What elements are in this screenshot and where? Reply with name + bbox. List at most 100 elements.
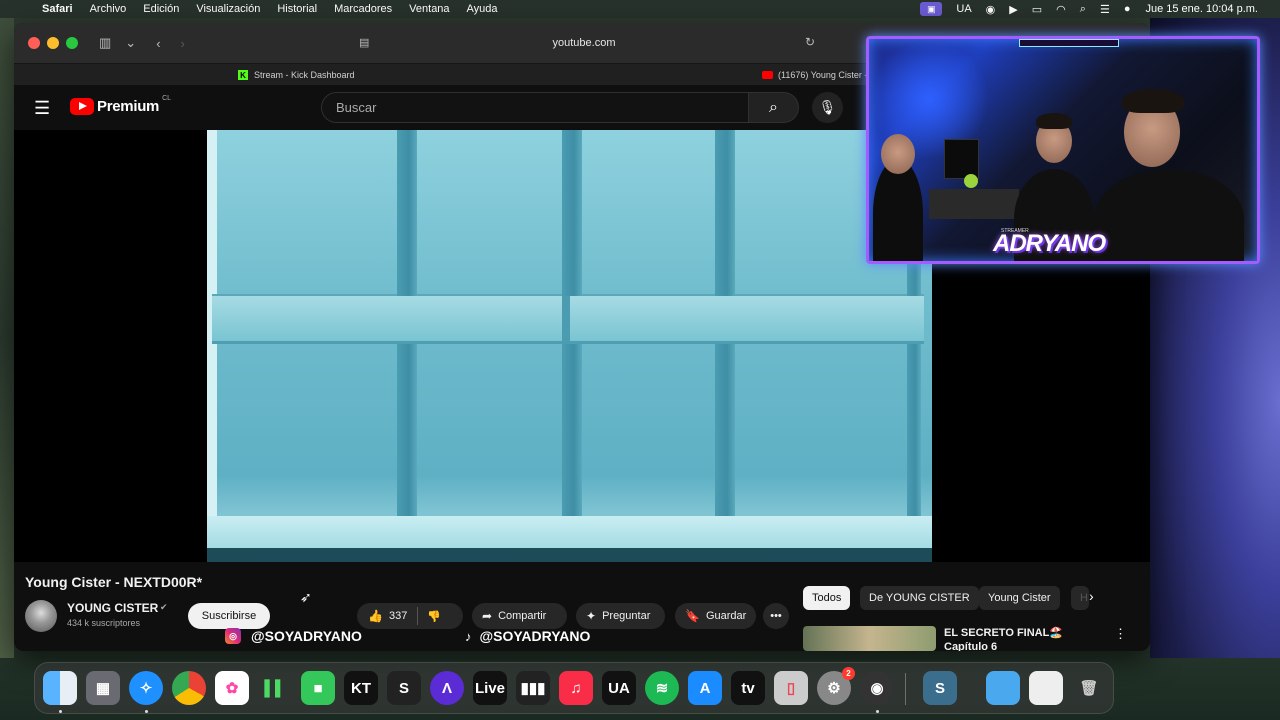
spotify-icon[interactable]: ≋: [645, 671, 679, 705]
chip-de-young-cister[interactable]: De YOUNG CISTER: [860, 586, 979, 610]
more-vert-icon[interactable]: ⋮: [1114, 626, 1127, 642]
forward-icon[interactable]: ›: [181, 36, 185, 51]
piano-icon[interactable]: ▮▮▮: [516, 671, 550, 705]
share-label: Compartir: [498, 610, 547, 622]
menu-archivo[interactable]: Archivo: [90, 3, 127, 15]
channel-name[interactable]: YOUNG CISTER: [67, 601, 158, 615]
more-actions-button[interactable]: •••: [763, 603, 789, 629]
person-right: [1094, 169, 1244, 261]
person-left: [873, 159, 923, 261]
arc-icon[interactable]: Λ: [430, 671, 464, 705]
wifi-icon[interactable]: ◠: [1056, 3, 1066, 16]
close-window-button[interactable]: [28, 37, 40, 49]
siri-icon[interactable]: ●: [1124, 3, 1131, 15]
cabinet-divider: [562, 296, 570, 344]
chip-todos[interactable]: Todos: [803, 586, 851, 610]
recommendation-title[interactable]: EL SECRETO FINAL🏖️ Capítulo 6: [944, 626, 1104, 651]
menu-marcadores[interactable]: Marcadores: [334, 3, 392, 15]
menu-bar: Safari Archivo Edición Visualización His…: [0, 0, 1280, 18]
running-indicator: [145, 710, 148, 713]
play-icon[interactable]: ▶: [1009, 3, 1017, 16]
chevron-down-icon[interactable]: ⌄: [125, 35, 136, 51]
dock: ▦ ✧ ✿ ▌▌ ■ KT S Λ Live ▮▮▮ ♫ UA ≋ A tv ▯…: [34, 662, 1114, 714]
youtube-play-icon: [70, 98, 94, 115]
universal-audio-icon[interactable]: UA: [602, 671, 636, 705]
minimize-window-button[interactable]: [47, 37, 59, 49]
tab-kick-dashboard[interactable]: K Stream - Kick Dashboard: [238, 64, 355, 86]
tab-youtube[interactable]: (11676) Young Cister -: [762, 64, 867, 86]
kick-tools-icon[interactable]: KT: [344, 671, 378, 705]
menu-historial[interactable]: Historial: [277, 3, 317, 15]
back-icon[interactable]: ‹: [156, 36, 160, 51]
reload-icon[interactable]: ↻: [805, 35, 815, 49]
sidebar-icon[interactable]: ▥: [99, 35, 111, 51]
chrome-icon[interactable]: [172, 671, 206, 705]
battery-icon[interactable]: ▭: [1032, 3, 1042, 16]
subscribe-button[interactable]: Suscribirse: [188, 603, 270, 629]
finder-icon[interactable]: [43, 671, 77, 705]
accessibility-icon[interactable]: ◉: [986, 3, 996, 16]
control-center-icon[interactable]: ☰: [1100, 3, 1110, 16]
person-right-hair: [1122, 89, 1184, 113]
search-button[interactable]: ⌕: [749, 92, 799, 123]
apple-tv-icon[interactable]: tv: [731, 671, 765, 705]
menu-ventana[interactable]: Ventana: [409, 3, 449, 15]
recommendation-thumbnail[interactable]: [803, 626, 936, 651]
menu-visualizacion[interactable]: Visualización: [196, 3, 260, 15]
avatar[interactable]: [25, 600, 57, 632]
chip-next-partial[interactable]: H: [1071, 586, 1089, 610]
like-icon[interactable]: 👍: [368, 609, 383, 623]
tiktok-handle-overlay: ♪ @SOYADRYANO: [465, 628, 590, 644]
menu-edicion[interactable]: Edición: [143, 3, 179, 15]
youtube-logo[interactable]: Premium CL: [70, 95, 172, 115]
screen-share-icon[interactable]: ▣: [920, 2, 943, 16]
downloads-folder-icon[interactable]: [986, 671, 1020, 705]
like-dislike-group: 👍 337 👎: [357, 603, 463, 629]
zoom-window-button[interactable]: [66, 37, 78, 49]
video-frame: [207, 130, 932, 562]
voice-search-button[interactable]: 🎙: [812, 92, 843, 123]
app-window-icon[interactable]: S: [923, 671, 957, 705]
ask-button[interactable]: ✦ Preguntar: [576, 603, 665, 629]
safari-icon[interactable]: ✧: [129, 671, 163, 705]
share-button[interactable]: ➦ Compartir: [472, 603, 567, 629]
obs-icon[interactable]: ◉: [860, 671, 894, 705]
tiktok-handle: @SOYADRYANO: [479, 628, 591, 644]
chip-young-cister[interactable]: Young Cister: [979, 586, 1060, 610]
activity-monitor-icon[interactable]: ▌▌: [258, 671, 292, 705]
settings-badge: 2: [842, 667, 855, 680]
menu-app-name[interactable]: Safari: [42, 3, 73, 15]
person-middle-hair: [1036, 113, 1072, 129]
serato-icon[interactable]: S: [387, 671, 421, 705]
chevron-right-icon[interactable]: ›: [1089, 588, 1094, 604]
country-code: CL: [162, 95, 172, 102]
app-store-icon[interactable]: A: [688, 671, 722, 705]
subscriber-count: 434 k suscriptores: [67, 618, 141, 628]
search-icon[interactable]: ⌕: [1080, 3, 1086, 16]
trash-icon[interactable]: 🗑: [1072, 671, 1106, 705]
verified-icon: ✔: [160, 602, 168, 612]
address-bar[interactable]: ▤ youtube.com ↻: [351, 31, 817, 55]
document-icon[interactable]: [1029, 671, 1063, 705]
instagram-handle: @SOYADRYANO: [251, 628, 362, 644]
youtube-brand: Premium: [97, 98, 160, 115]
status-ua-label[interactable]: UA: [956, 3, 971, 15]
dislike-icon[interactable]: 👎: [427, 610, 441, 623]
launchpad-icon[interactable]: ▦: [86, 671, 120, 705]
facetime-icon[interactable]: ■: [301, 671, 335, 705]
save-button[interactable]: 🔖 Guardar: [675, 603, 756, 629]
system-settings-icon[interactable]: ⚙ 2: [817, 667, 855, 705]
tiktok-icon: ♪: [465, 628, 472, 644]
iphone-glyph: ▯: [786, 680, 796, 697]
search-input[interactable]: Buscar: [321, 92, 749, 123]
instagram-icon: ◎: [225, 628, 241, 644]
like-count[interactable]: 337: [389, 610, 407, 622]
iphone-mirroring-icon[interactable]: ▯: [774, 671, 808, 705]
menu-icon[interactable]: ☰: [34, 98, 50, 119]
music-icon[interactable]: ♫: [559, 671, 593, 705]
ableton-live-icon[interactable]: Live: [473, 671, 507, 705]
page-menu-icon[interactable]: ▤: [359, 36, 369, 49]
photos-icon[interactable]: ✿: [215, 671, 249, 705]
menu-ayuda[interactable]: Ayuda: [467, 3, 498, 15]
clock[interactable]: Jue 15 ene. 10:04 p.m.: [1145, 3, 1258, 15]
